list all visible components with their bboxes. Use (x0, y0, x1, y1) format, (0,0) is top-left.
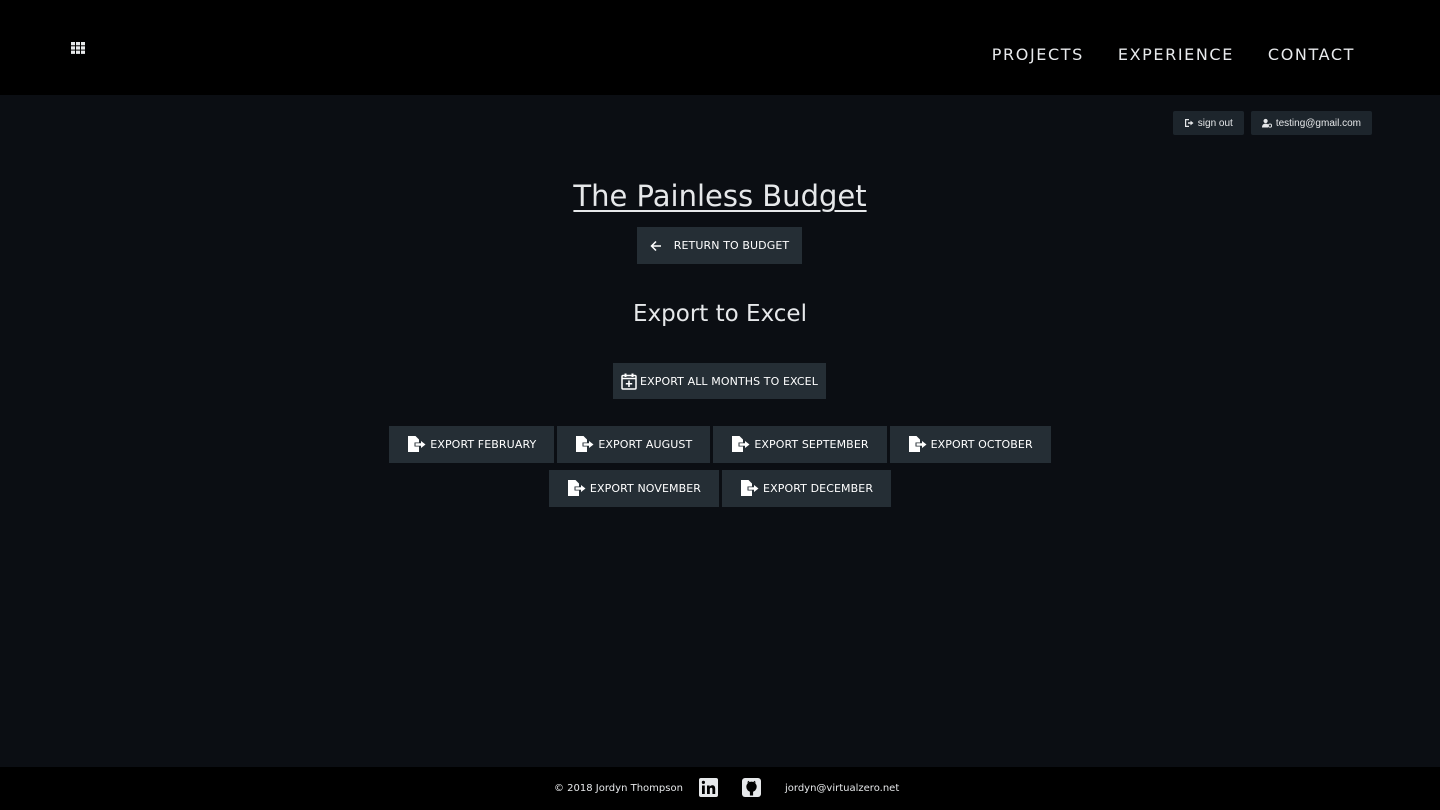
file-export-icon (741, 480, 759, 496)
user-cog-icon (1261, 118, 1272, 128)
grid-menu-icon[interactable] (71, 42, 85, 54)
return-to-budget-button[interactable]: RETURN TO BUDGET (637, 227, 802, 264)
return-label: RETURN TO BUDGET (673, 239, 790, 252)
sign-out-label: sign out (1197, 117, 1233, 129)
account-button[interactable]: testing@gmail.com (1250, 111, 1372, 135)
export-august-button[interactable]: EXPORT AUGUST (557, 426, 711, 463)
month-label: EXPORT SEPTEMBER (754, 438, 869, 451)
linkedin-icon[interactable] (699, 778, 718, 797)
calendar-plus-icon (621, 373, 637, 390)
footer-email-link[interactable]: jordyn@virtualzero.net (785, 783, 899, 794)
top-navbar: PROJECTS EXPERIENCE CONTACT (0, 0, 1440, 95)
export-december-button[interactable]: EXPORT DECEMBER (722, 470, 892, 507)
copyright-text: © 2018 Jordyn Thompson (554, 783, 683, 794)
arrow-left-icon (650, 240, 661, 251)
month-label: EXPORT DECEMBER (763, 482, 874, 495)
file-export-icon (576, 436, 594, 452)
month-label: EXPORT OCTOBER (930, 438, 1033, 451)
main-nav: PROJECTS EXPERIENCE CONTACT (992, 45, 1355, 65)
file-export-icon (408, 436, 426, 452)
sign-out-button[interactable]: sign out (1172, 111, 1244, 135)
month-label: EXPORT AUGUST (598, 438, 693, 451)
export-november-button[interactable]: EXPORT NOVEMBER (548, 470, 720, 507)
title-link[interactable]: The Painless Budget (573, 179, 866, 213)
export-all-label: EXPORT ALL MONTHS TO EXCEL (640, 374, 818, 388)
footer: © 2018 Jordyn Thompson jordyn@virtualzer… (0, 767, 1440, 810)
nav-experience[interactable]: EXPERIENCE (1118, 45, 1234, 65)
export-september-button[interactable]: EXPORT SEPTEMBER (713, 426, 887, 463)
page-title: The Painless Budget (0, 176, 1440, 216)
export-february-button[interactable]: EXPORT FEBRUARY (389, 426, 555, 463)
nav-projects[interactable]: PROJECTS (992, 45, 1084, 65)
nav-contact[interactable]: CONTACT (1268, 45, 1355, 65)
user-email: testing@gmail.com (1275, 117, 1361, 129)
month-export-list: EXPORT FEBRUARY EXPORT AUGUST EXPORT SEP… (0, 426, 1440, 507)
sign-out-icon (1184, 119, 1194, 127)
file-export-icon (732, 436, 750, 452)
export-all-months-button[interactable]: EXPORT ALL MONTHS TO EXCEL (613, 363, 826, 399)
user-bar: sign out testing@gmail.com (1172, 111, 1372, 135)
section-heading: Export to Excel (633, 301, 807, 327)
export-october-button[interactable]: EXPORT OCTOBER (889, 426, 1051, 463)
github-icon[interactable] (742, 778, 761, 797)
file-export-icon (908, 436, 927, 452)
month-label: EXPORT NOVEMBER (589, 482, 702, 495)
file-export-icon (567, 480, 586, 496)
month-label: EXPORT FEBRUARY (430, 438, 537, 451)
